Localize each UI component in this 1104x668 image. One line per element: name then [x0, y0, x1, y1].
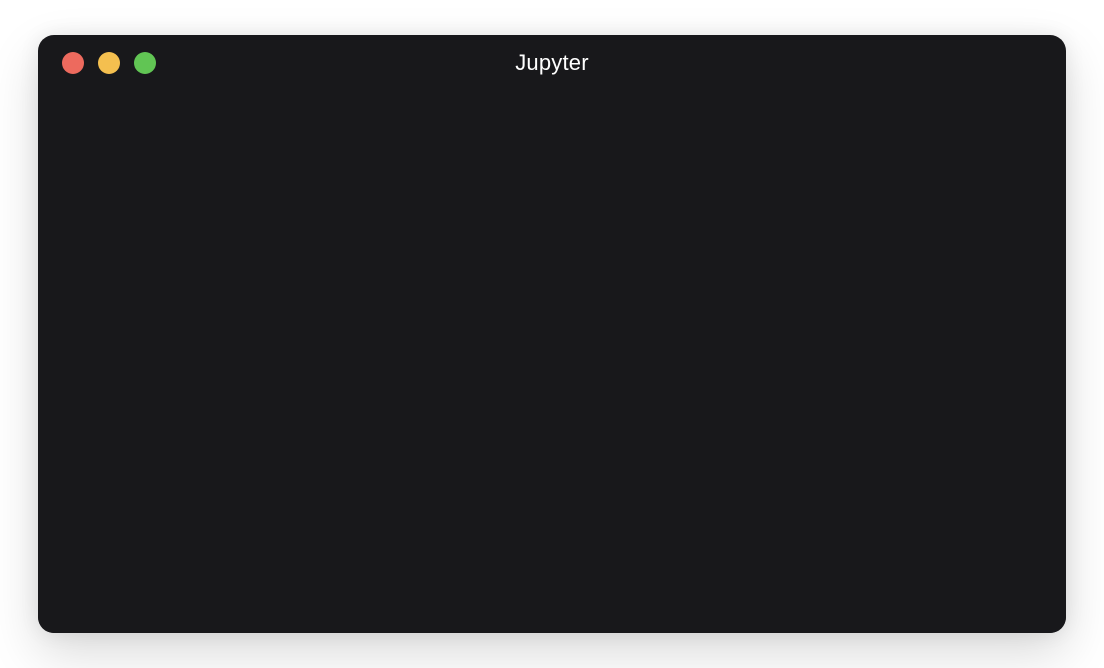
traffic-lights: [62, 52, 156, 74]
application-window: Jupyter: [38, 35, 1066, 633]
window-title: Jupyter: [515, 50, 589, 76]
content-area: [38, 91, 1066, 633]
minimize-button[interactable]: [98, 52, 120, 74]
maximize-button[interactable]: [134, 52, 156, 74]
close-button[interactable]: [62, 52, 84, 74]
titlebar: Jupyter: [38, 35, 1066, 91]
